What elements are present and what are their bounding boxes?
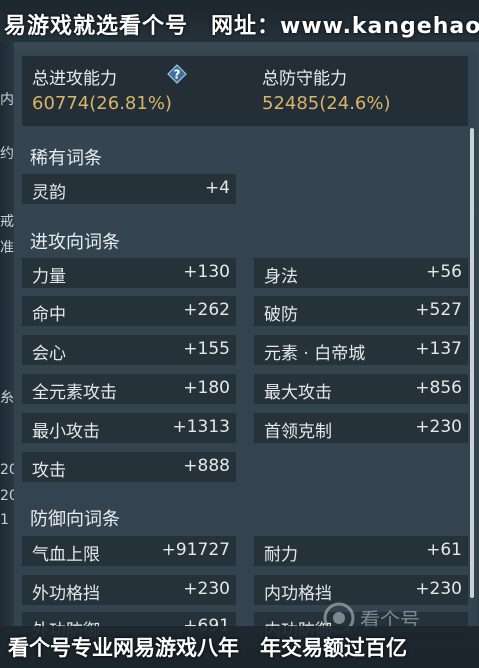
stat-name: 最大攻击 bbox=[264, 383, 332, 403]
stat-value: +262 bbox=[183, 300, 230, 320]
stat-row: 命中 +262 bbox=[22, 296, 236, 326]
stat-row: 破防 +527 bbox=[254, 296, 468, 326]
stat-value: +856 bbox=[415, 378, 462, 398]
stat-name: 气血上限 bbox=[32, 545, 100, 565]
stat-row: 耐力 +61 bbox=[254, 536, 468, 566]
stat-row: 力量 +130 bbox=[22, 258, 236, 288]
stat-name: 元素 · 白帝城 bbox=[264, 344, 366, 364]
total-attack-value: 60774(26.81%) bbox=[32, 93, 172, 114]
bottom-watermark-banner: 看个号专业网易游戏八年 年交易额过百亿 bbox=[0, 626, 479, 668]
stat-name: 破防 bbox=[264, 305, 298, 325]
summary-box: 总进攻能力 ? 60774(26.81%) 总防守能力 52485(24.6%) bbox=[22, 56, 468, 126]
total-defense-label: 总防守能力 bbox=[262, 69, 347, 89]
stat-row: 最大攻击 +856 bbox=[254, 374, 468, 404]
total-defense-value: 52485(24.6%) bbox=[262, 93, 391, 114]
svg-text:?: ? bbox=[174, 68, 181, 82]
total-attack-label: 总进攻能力 bbox=[32, 69, 117, 89]
stat-name: 外功格挡 bbox=[32, 584, 100, 604]
stat-row: 攻击 +888 bbox=[22, 452, 236, 482]
background-char: 糸 bbox=[0, 390, 14, 406]
background-char: 准 bbox=[0, 240, 14, 256]
section-title-attack: 进攻向词条 bbox=[30, 232, 120, 253]
stat-row: 首领克制 +230 bbox=[254, 413, 468, 443]
question-icon[interactable]: ? bbox=[167, 64, 187, 84]
stat-row: 全元素攻击 +180 bbox=[22, 374, 236, 404]
top-watermark-banner: 易游戏就选看个号 网址：www.kangehao.c bbox=[0, 0, 479, 42]
stat-name: 全元素攻击 bbox=[32, 383, 117, 403]
background-char: 20 bbox=[0, 488, 14, 504]
stat-row: 元素 · 白帝城 +137 bbox=[254, 335, 468, 365]
stat-row: 最小攻击 +1313 bbox=[22, 413, 236, 443]
stat-value: +61 bbox=[426, 540, 462, 560]
stat-name: 首领克制 bbox=[264, 422, 332, 442]
stat-name: 耐力 bbox=[264, 545, 298, 565]
stat-name: 灵韵 bbox=[32, 183, 66, 203]
stat-value: +91727 bbox=[161, 540, 230, 560]
scrollbar[interactable] bbox=[470, 128, 474, 598]
stat-name: 最小攻击 bbox=[32, 422, 100, 442]
top-banner-text: 易游戏就选看个号 网址：www.kangehao.c bbox=[4, 14, 479, 39]
bottom-banner-text: 看个号专业网易游戏八年 年交易额过百亿 bbox=[8, 636, 407, 660]
stat-value: +56 bbox=[426, 262, 462, 282]
stat-value: +230 bbox=[183, 579, 230, 599]
stat-row: 气血上限 +91727 bbox=[22, 536, 236, 566]
stat-row: 会心 +155 bbox=[22, 335, 236, 365]
stat-value: +130 bbox=[183, 262, 230, 282]
background-char: 约 bbox=[0, 146, 14, 162]
background-char: 内 bbox=[0, 92, 14, 108]
stat-name: 会心 bbox=[32, 344, 66, 364]
stat-value: +137 bbox=[415, 339, 462, 359]
stat-value: +230 bbox=[415, 417, 462, 437]
stat-value: +1313 bbox=[172, 417, 230, 437]
stat-name: 攻击 bbox=[32, 461, 66, 481]
game-attribute-panel: 内 约 戒 准 糸 20 20 1 总进攻能力 ? 60774(26.81%) … bbox=[0, 0, 479, 668]
stat-name: 命中 bbox=[32, 305, 66, 325]
stat-value: +527 bbox=[415, 300, 462, 320]
section-title-rare: 稀有词条 bbox=[30, 148, 102, 169]
stat-value: +155 bbox=[183, 339, 230, 359]
stat-row: 外功格挡 +230 bbox=[22, 575, 236, 605]
section-title-defense: 防御向词条 bbox=[30, 509, 120, 530]
background-game-strip bbox=[0, 40, 14, 630]
stat-row: 灵韵 +4 bbox=[22, 174, 236, 204]
stat-row: 身法 +56 bbox=[254, 258, 468, 288]
stat-name: 身法 bbox=[264, 267, 298, 287]
stat-name: 力量 bbox=[32, 267, 66, 287]
background-char: 戒 bbox=[0, 214, 14, 230]
stat-value: +888 bbox=[183, 456, 230, 476]
stat-value: +180 bbox=[183, 378, 230, 398]
stat-value: +230 bbox=[415, 579, 462, 599]
background-char: 20 bbox=[0, 462, 14, 478]
background-char: 1 bbox=[0, 512, 9, 528]
stat-value: +4 bbox=[204, 178, 230, 198]
